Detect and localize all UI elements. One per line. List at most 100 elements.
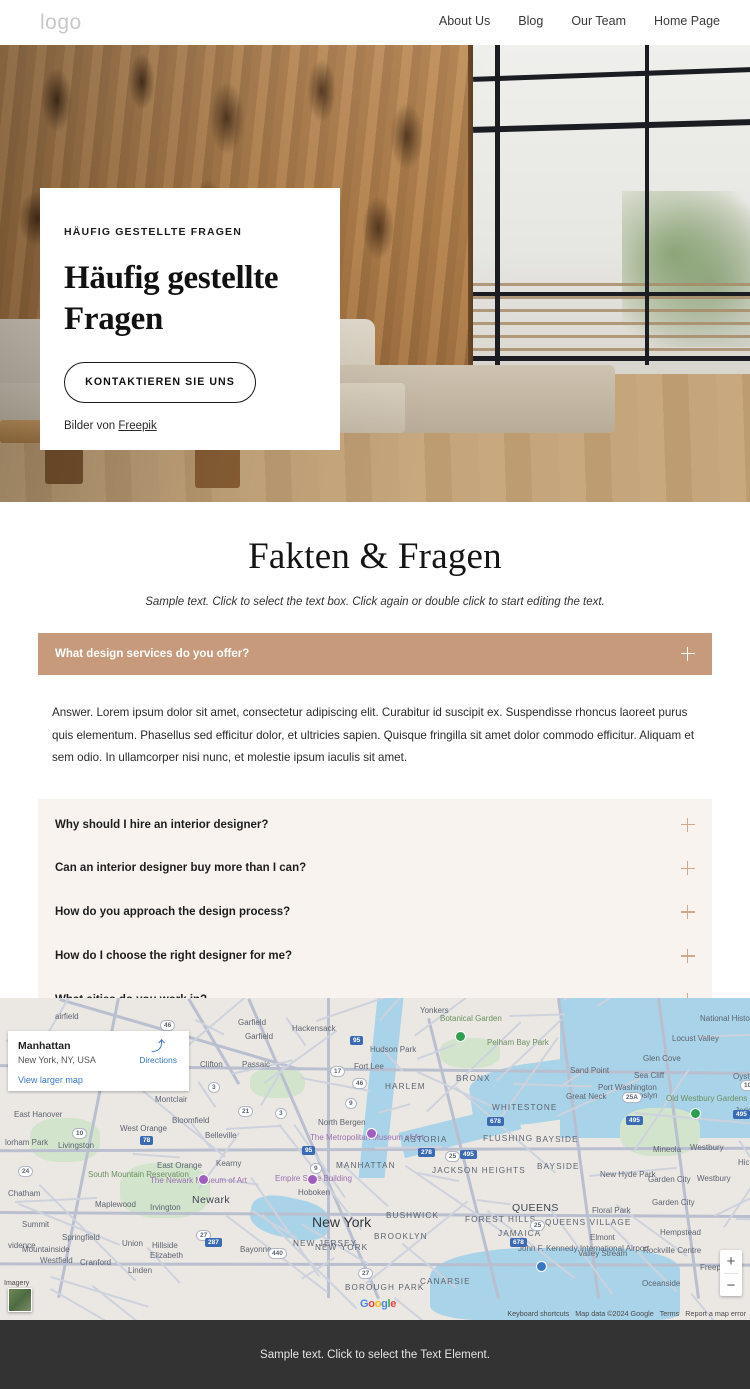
- map-label: Great Neck: [566, 1092, 606, 1101]
- accordion-closed-list: Why should I hire an interior designer? …: [38, 799, 712, 1026]
- map-label: FLUSHING: [483, 1134, 533, 1143]
- map-label: Port Washington: [598, 1083, 657, 1092]
- map-label: Hicksville: [738, 1158, 750, 1167]
- map-label: Chatham: [8, 1189, 40, 1198]
- nav-item-about-us[interactable]: About Us: [439, 14, 490, 28]
- map-label: Kearny: [216, 1159, 241, 1168]
- map-label: BRONX: [456, 1074, 491, 1083]
- accordion-item[interactable]: How do you approach the design process?: [38, 890, 712, 934]
- map-label: Summit: [22, 1220, 49, 1229]
- highway-shield: 495: [733, 1110, 750, 1119]
- road: [736, 1218, 750, 1220]
- highway-shield: 25: [445, 1151, 460, 1162]
- accordion-question: How do you approach the design process?: [55, 906, 681, 918]
- map-label: Hempstead: [660, 1228, 701, 1237]
- highway-shield: 24: [18, 1166, 33, 1177]
- highway-shield: 678: [487, 1117, 504, 1126]
- poi-marker[interactable]: [690, 1108, 701, 1119]
- map-label: Clifton: [200, 1060, 223, 1069]
- plus-icon[interactable]: [681, 818, 695, 832]
- accordion-item[interactable]: Can an interior designer buy more than I…: [38, 847, 712, 891]
- highway-shield: 495: [460, 1150, 477, 1159]
- page-title: Häufig gestellte Fragen: [64, 258, 310, 340]
- accordion-item-open[interactable]: What design services do you offer?: [38, 633, 712, 675]
- zoom-in-button[interactable]: +: [720, 1250, 742, 1273]
- google-logo-letter: e: [390, 1298, 396, 1310]
- plus-icon[interactable]: [681, 647, 695, 661]
- map-label: Westfield: [40, 1256, 73, 1265]
- map-label: Garden City: [648, 1175, 691, 1184]
- poi-marker[interactable]: [366, 1128, 377, 1139]
- satellite-toggle-thumbnail[interactable]: [8, 1288, 32, 1312]
- map-label: Locust Valley: [672, 1034, 719, 1043]
- zoom-out-button[interactable]: −: [720, 1274, 742, 1297]
- map-label: Hudson Park: [370, 1045, 416, 1054]
- terms-link[interactable]: Terms: [660, 1309, 680, 1318]
- map-label: Pelham Bay Park: [487, 1038, 549, 1047]
- highway-shield: 3: [208, 1082, 220, 1093]
- highway-shield: 95: [302, 1146, 315, 1155]
- map-label: QUEENS VILLAGE: [545, 1218, 631, 1227]
- map-label: Garfield: [245, 1032, 273, 1041]
- highway-shield: 9: [345, 1098, 357, 1109]
- airport-marker[interactable]: [536, 1261, 547, 1272]
- map-attribution: Keyboard shortcuts Map data ©2024 Google…: [507, 1309, 746, 1318]
- imagery-label: Imagery: [4, 1280, 29, 1287]
- freepik-link[interactable]: Freepik: [118, 420, 156, 432]
- nav-item-home-page[interactable]: Home Page: [654, 14, 720, 28]
- map-embed[interactable]: Garfield Hackensack Hudson Park Pelham Bay …: [0, 998, 750, 1320]
- map-label: Elizabeth: [150, 1251, 183, 1260]
- accordion-item[interactable]: How do I choose the right designer for m…: [38, 934, 712, 978]
- footer-text: Sample text. Click to select the Text El…: [260, 1349, 490, 1361]
- highway-shield: 21: [238, 1106, 253, 1117]
- nav-item-blog[interactable]: Blog: [518, 14, 543, 28]
- map-label: Hillside: [152, 1241, 178, 1250]
- road: [509, 1014, 565, 1017]
- logo[interactable]: logo: [40, 11, 82, 35]
- map-label: Hackensack: [292, 1024, 336, 1033]
- accordion-question: What design services do you offer?: [55, 648, 681, 660]
- highway-shield: 678: [510, 1238, 527, 1247]
- highway-shield: 25: [530, 1220, 545, 1231]
- map-label: Union: [122, 1239, 143, 1248]
- keyboard-shortcuts-link[interactable]: Keyboard shortcuts: [507, 1309, 569, 1318]
- highway-shield: 106: [740, 1080, 750, 1091]
- map-label: BAYSIDE: [537, 1162, 580, 1171]
- map-label: FOREST HILLS: [465, 1215, 536, 1224]
- map-label: Maplewood: [95, 1200, 136, 1209]
- view-larger-map-link[interactable]: View larger map: [18, 1075, 179, 1085]
- map-label: CANARSIE: [420, 1277, 471, 1286]
- poi-marker[interactable]: [307, 1174, 318, 1185]
- plus-icon[interactable]: [681, 861, 695, 875]
- poi-marker[interactable]: [198, 1174, 209, 1185]
- map-label: NEW YORK: [315, 1243, 368, 1252]
- map-label: HARLEM: [385, 1082, 426, 1091]
- site-header: logo About Us Blog Our Team Home Page: [0, 0, 750, 45]
- map-label: Hoboken: [298, 1188, 330, 1197]
- poi-marker[interactable]: [455, 1031, 466, 1042]
- directions-arrow-icon: ⤴: [139, 1039, 177, 1053]
- map-label: BUSHWICK: [386, 1211, 439, 1220]
- map-label: Irvington: [150, 1203, 181, 1212]
- contact-us-button[interactable]: KONTAKTIEREN SIE UNS: [64, 362, 256, 403]
- report-error-link[interactable]: Report a map error: [685, 1309, 746, 1318]
- plus-icon[interactable]: [681, 949, 695, 963]
- map-label: Westbury: [690, 1143, 724, 1152]
- accordion-item[interactable]: Why should I hire an interior designer?: [38, 803, 712, 847]
- highway-shield: 287: [205, 1238, 222, 1247]
- nav-item-our-team[interactable]: Our Team: [571, 14, 626, 28]
- map-data-text: Map data ©2024 Google: [575, 1309, 653, 1318]
- plus-icon[interactable]: [681, 905, 695, 919]
- directions-button[interactable]: ⤴ Directions: [139, 1039, 177, 1065]
- map-label: Westbury: [697, 1174, 731, 1183]
- map-label: BROOKLYN: [374, 1232, 428, 1241]
- image-credit: Bilder von Freepik: [64, 420, 310, 432]
- accordion-question: Can an interior designer buy more than I…: [55, 862, 681, 874]
- map-label: North Bergen: [318, 1118, 366, 1127]
- highway-shield: 9: [310, 1163, 322, 1174]
- map-label: Yonkers: [420, 1006, 449, 1015]
- map-label: Sea Cliff: [634, 1071, 664, 1080]
- map-label: West Orange: [120, 1124, 167, 1133]
- map-info-card: Manhattan New York, NY, USA View larger …: [8, 1031, 189, 1091]
- map-label: Rockville Centre: [643, 1246, 701, 1255]
